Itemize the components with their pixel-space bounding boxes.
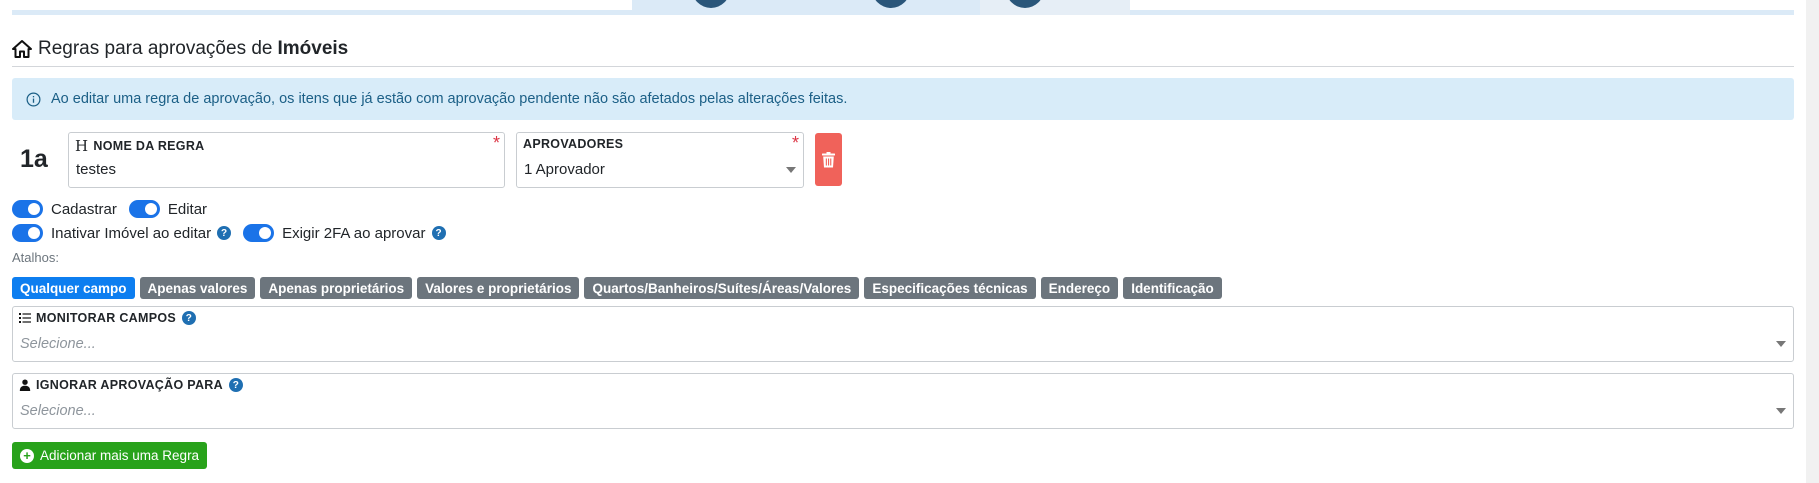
page-title: Regras para aprovações de Imóveis xyxy=(12,38,348,60)
chip-quartos-banheiros[interactable]: Quartos/Banheiros/Suítes/Áreas/Valores xyxy=(584,277,860,299)
chevron-down-icon[interactable] xyxy=(1776,341,1786,347)
toggle-inativar-imovel[interactable]: Inativar Imóvel ao editar ? xyxy=(12,224,232,242)
home-icon xyxy=(12,40,32,58)
approvers-label: APROVADORES xyxy=(523,137,624,151)
step-circle-1[interactable] xyxy=(692,0,730,8)
chip-endereco[interactable]: Endereço xyxy=(1040,277,1119,299)
rule-name-label: H NOME DA REGRA xyxy=(75,137,205,155)
toggle-cadastrar[interactable]: Cadastrar xyxy=(12,200,117,218)
ignore-approval-label: IGNORAR APROVAÇÃO PARA ? xyxy=(19,378,243,392)
page-title-entity: Imóveis xyxy=(277,38,349,59)
toggle-exigir-2fa[interactable]: Exigir 2FA ao aprovar ? xyxy=(243,224,446,242)
toggle-switch[interactable] xyxy=(12,200,43,218)
chip-valores-e-proprietarios[interactable]: Valores e proprietários xyxy=(417,277,580,299)
chip-apenas-proprietarios[interactable]: Apenas proprietários xyxy=(260,277,413,299)
info-alert: Ao editar uma regra de aprovação, os ite… xyxy=(12,78,1794,120)
approvers-value: 1 Aprovador xyxy=(524,161,605,178)
scrollbar[interactable] xyxy=(1806,0,1819,483)
rule-name-input[interactable] xyxy=(76,161,468,178)
monitor-fields-label: MONITORAR CAMPOS ? xyxy=(19,311,196,325)
toggle-row-1: Cadastrar Editar xyxy=(12,200,219,218)
help-icon[interactable]: ? xyxy=(228,378,243,392)
chevron-down-icon[interactable] xyxy=(1776,408,1786,414)
heading-icon: H xyxy=(75,137,89,155)
add-rule-label: Adicionar mais uma Regra xyxy=(40,448,200,463)
info-alert-text: Ao editar uma regra de aprovação, os ite… xyxy=(51,91,848,107)
help-icon[interactable]: ? xyxy=(182,311,196,325)
help-icon[interactable]: ? xyxy=(431,226,446,240)
chip-apenas-valores[interactable]: Apenas valores xyxy=(139,277,256,299)
plus-circle-icon: + xyxy=(20,448,34,463)
chevron-down-icon[interactable] xyxy=(786,167,796,173)
trash-icon xyxy=(822,151,835,167)
approvers-select[interactable]: APROVADORES * 1 Aprovador xyxy=(516,132,804,188)
delete-rule-button[interactable] xyxy=(815,133,842,186)
title-divider xyxy=(12,66,1794,67)
required-mark: * xyxy=(791,133,799,153)
page: Regras para aprovações de Imóveis Ao edi… xyxy=(0,0,1819,483)
user-icon xyxy=(19,379,31,391)
chip-especificacoes-tecnicas[interactable]: Especificações técnicas xyxy=(864,277,1036,299)
ignore-approval-select[interactable]: IGNORAR APROVAÇÃO PARA ? Selecione... xyxy=(12,373,1794,429)
main-content: Regras para aprovações de Imóveis Ao edi… xyxy=(0,0,1806,483)
step-circle-2[interactable] xyxy=(872,0,910,8)
list-icon xyxy=(19,313,31,323)
shortcut-chips: Qualquer campo Apenas valores Apenas pro… xyxy=(12,277,1227,299)
toggle-switch[interactable] xyxy=(128,200,160,218)
rule-number: 1a xyxy=(20,145,48,173)
chip-identificacao[interactable]: Identificação xyxy=(1123,277,1222,299)
toggle-switch[interactable] xyxy=(243,224,275,242)
chip-qualquer-campo[interactable]: Qualquer campo xyxy=(12,277,135,299)
toggle-row-2: Inativar Imóvel ao editar ? Exigir 2FA a… xyxy=(12,224,458,242)
shortcuts-label: Atalhos: xyxy=(12,250,59,265)
stepper-strip xyxy=(12,0,1794,15)
add-rule-button[interactable]: + Adicionar mais uma Regra xyxy=(12,442,208,469)
rule-name-field[interactable]: H NOME DA REGRA * xyxy=(68,132,505,188)
monitor-fields-placeholder: Selecione... xyxy=(20,336,96,352)
help-icon[interactable]: ? xyxy=(217,226,232,240)
required-mark: * xyxy=(492,133,500,153)
ignore-approval-placeholder: Selecione... xyxy=(20,403,96,419)
info-circle-icon xyxy=(26,92,41,106)
page-title-prefix: Regras para aprovações de xyxy=(38,38,273,59)
monitor-fields-select[interactable]: MONITORAR CAMPOS ? Selecione... xyxy=(12,306,1794,362)
toggle-editar[interactable]: Editar xyxy=(128,200,207,218)
toggle-switch[interactable] xyxy=(12,224,43,242)
active-step-tab[interactable] xyxy=(980,0,1130,15)
